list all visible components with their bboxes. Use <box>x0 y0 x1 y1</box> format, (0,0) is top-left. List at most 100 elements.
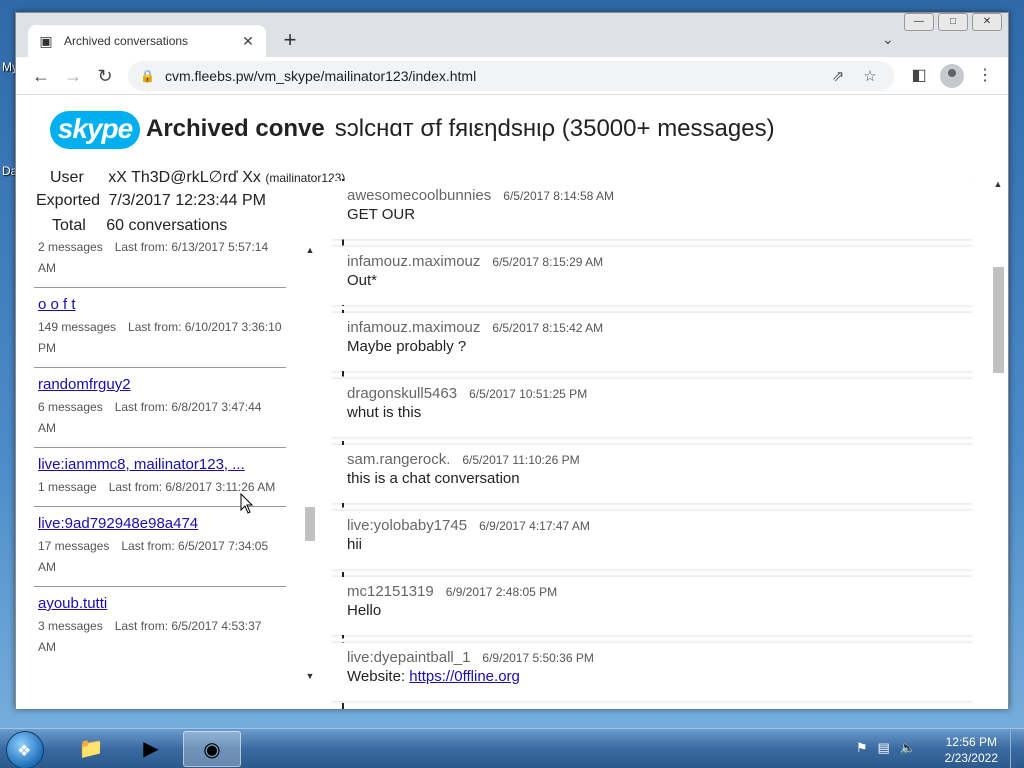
message-list: awesomecoolbunnies 6/5/2017 8:14:58 AM GE… <box>331 181 973 709</box>
forward-arrow-icon[interactable]: → <box>62 65 84 87</box>
conversation-link[interactable]: ayoub.tutti <box>38 595 282 612</box>
meta-exported-label: Exported <box>36 192 101 209</box>
message-time: 6/5/2017 8:15:42 AM <box>492 321 604 335</box>
conversation-title: sɔlcнɑт σf fяιεηdѕнιρ (35000+ messages) <box>334 115 775 142</box>
message-author: infamouz.maximouz <box>347 253 481 270</box>
url-text[interactable]: cvm.fleebs.pw/vm_skype/mailinator123/ind… <box>165 68 818 84</box>
meta-total-row: Total 60 conversations <box>52 217 227 235</box>
start-button[interactable]: ❖ <box>6 731 44 768</box>
message-time: 6/9/2017 5:50:36 PM <box>482 651 594 665</box>
message-author: live:dyepaintball_1 <box>347 649 471 666</box>
conversation-item[interactable]: 2 messages Last from: 6/13/2017 5:57:14 A… <box>34 235 286 288</box>
conversation-info: 149 messages Last from: 6/10/2017 3:36:10… <box>38 317 282 359</box>
message-time: 6/5/2017 11:10:26 PM <box>462 453 580 467</box>
message-author: dragonskull5463 <box>347 385 458 402</box>
scroll-down-icon[interactable]: ▼ <box>304 671 316 681</box>
volume-icon[interactable]: 🔈 <box>900 740 916 756</box>
message: live:yolobaby1745 6/9/2017 4:17:47 AM hii <box>331 511 973 569</box>
message: mc12151319 6/9/2017 2:48:05 PM Hello <box>331 577 973 635</box>
media-player-taskbar-button[interactable]: ▶ <box>122 731 180 767</box>
meta-total-value: 60 conversations <box>106 217 228 234</box>
chrome-taskbar-button[interactable]: ◉ <box>183 731 241 767</box>
conversation-item[interactable]: randomfrguy2 6 messages Last from: 6/8/20… <box>34 368 286 448</box>
skype-logo: skype <box>50 111 140 149</box>
message-count: 3 messages <box>38 619 103 633</box>
user-display-name: xX Th3D@rkL∅rď Xx <box>108 169 261 186</box>
tab-archived-conversations[interactable]: ▣ Archived conversations ✕ <box>28 25 266 57</box>
page-scrollbar[interactable]: ▲ <box>990 179 1006 709</box>
message-text: whut is this <box>347 404 422 421</box>
share-icon[interactable]: ⇗ <box>826 67 850 85</box>
tab-close-icon[interactable]: ✕ <box>240 33 256 50</box>
page-favicon-icon: ▣ <box>39 33 53 49</box>
action-center-flag-icon[interactable]: ⚑ <box>856 740 868 756</box>
tab-title: Archived conversations <box>64 34 189 48</box>
browser-window: ▣ Archived conversations ✕ + ⌄ — □ ✕ ← →… <box>15 12 1009 709</box>
message-author: live:yolobaby1745 <box>347 517 468 534</box>
message: live:dyepaintball_1 6/9/2017 5:50:36 PM W… <box>331 643 973 701</box>
clock-date: 2/23/2022 <box>944 751 998 765</box>
message: infamouz.maximouz 6/5/2017 8:15:42 AM May… <box>331 313 973 371</box>
message-time: 6/5/2017 10:51:25 PM <box>469 387 588 401</box>
meta-user-label: User <box>50 169 84 186</box>
meta-exported-row: Exported 7/3/2017 12:23:44 PM <box>36 192 266 210</box>
conversation-link[interactable]: live:ianmmc8, mailinator123, ... <box>38 456 282 473</box>
back-arrow-icon[interactable]: ← <box>30 65 52 87</box>
message-text: Hello <box>347 602 382 619</box>
show-desktop-button[interactable] <box>1010 729 1024 768</box>
message: infamouz.maximouz 6/5/2017 8:15:29 AM Out… <box>331 247 973 305</box>
browser-toolbar: ← → ↻ 🔒 cvm.fleebs.pw/vm_skype/mailinato… <box>16 57 1008 95</box>
conversation-item[interactable]: live:9ad792948e98a474 17 messages Last fr… <box>34 507 286 587</box>
scroll-up-icon[interactable]: ▲ <box>304 245 316 255</box>
last-from: Last from: 6/8/2017 3:11:26 AM <box>108 480 276 494</box>
media-player-icon: ▶ <box>143 738 159 760</box>
message-count: 2 messages <box>38 240 103 254</box>
message-author: mc12151319 <box>347 583 434 600</box>
message-time: 6/9/2017 4:17:47 AM <box>479 519 590 533</box>
bookmark-star-icon[interactable]: ☆ <box>858 67 882 85</box>
scroll-up-icon[interactable]: ▲ <box>990 179 1006 189</box>
message: dragonskull5463 6/5/2017 10:51:25 PM whut… <box>331 379 973 437</box>
explorer-taskbar-button[interactable]: 📁 <box>62 731 120 767</box>
message-text-prefix: Website: <box>347 668 410 685</box>
website-link[interactable]: https://0ffline.org <box>409 668 520 685</box>
conversation-info: 6 messages Last from: 6/8/2017 3:47:44 AM <box>38 397 282 439</box>
clock[interactable]: 12:56 PM 2/23/2022 <box>945 734 998 766</box>
message-author: awesomecoolbunnies <box>347 187 492 204</box>
scrollbar-thumb[interactable] <box>993 267 1004 373</box>
close-window-button[interactable]: ✕ <box>972 13 1002 31</box>
taskbar: ❖ 📁 ▶ ◉ ⚑ ▤ 🔈 12:56 PM 2/23/2022 <box>0 728 1024 768</box>
message-time: 6/5/2017 8:15:29 AM <box>492 255 604 269</box>
message-time: 6/9/2017 2:48:05 PM <box>445 585 558 599</box>
conversation-link[interactable]: o o f t <box>38 296 282 313</box>
lock-icon[interactable]: 🔒 <box>140 69 155 83</box>
reload-icon[interactable]: ↻ <box>94 65 116 87</box>
conversation-list: 2 messages Last from: 6/13/2017 5:57:14 A… <box>34 235 286 701</box>
maximize-button[interactable]: □ <box>938 13 968 31</box>
page-title-text: Archived conve <box>146 115 325 142</box>
message: awesomecoolbunnies 6/5/2017 8:14:58 AM GE… <box>331 181 973 239</box>
side-panel-icon[interactable]: ◧ <box>908 65 930 85</box>
conversation-link[interactable]: live:9ad792948e98a474 <box>38 515 282 532</box>
tab-search-chevron-icon[interactable]: ⌄ <box>882 31 894 48</box>
message-author: infamouz.maximouz <box>347 319 481 336</box>
meta-exported-value: 7/3/2017 12:23:44 PM <box>108 192 266 209</box>
minimize-button[interactable]: — <box>904 13 934 31</box>
network-icon[interactable]: ▤ <box>878 740 890 756</box>
conversation-link[interactable]: randomfrguy2 <box>38 376 282 393</box>
profile-avatar[interactable] <box>940 64 964 88</box>
message-count: 1 message <box>38 480 97 494</box>
conversation-list-scrollbar[interactable]: ▲ ▼ <box>304 245 316 685</box>
conversation-item[interactable]: o o f t 149 messages Last from: 6/10/2017… <box>34 288 286 368</box>
menu-kebab-icon[interactable]: ⋮ <box>974 65 996 85</box>
address-bar[interactable]: 🔒 cvm.fleebs.pw/vm_skype/mailinator123/i… <box>128 61 894 91</box>
chrome-icon: ◉ <box>203 739 221 761</box>
windows-logo-icon: ❖ <box>17 743 32 760</box>
conversation-item[interactable]: ayoub.tutti 3 messages Last from: 6/5/201… <box>34 587 286 666</box>
message-count: 6 messages <box>38 400 103 414</box>
scrollbar-thumb[interactable] <box>305 507 315 541</box>
page-title: Archived conve sɔlcнɑт σf fяιεηdѕнιρ (350… <box>146 115 775 143</box>
new-tab-button[interactable]: + <box>278 29 302 53</box>
tab-bar: ▣ Archived conversations ✕ + ⌄ — □ ✕ <box>16 13 1008 57</box>
message-text: Out* <box>347 272 378 289</box>
